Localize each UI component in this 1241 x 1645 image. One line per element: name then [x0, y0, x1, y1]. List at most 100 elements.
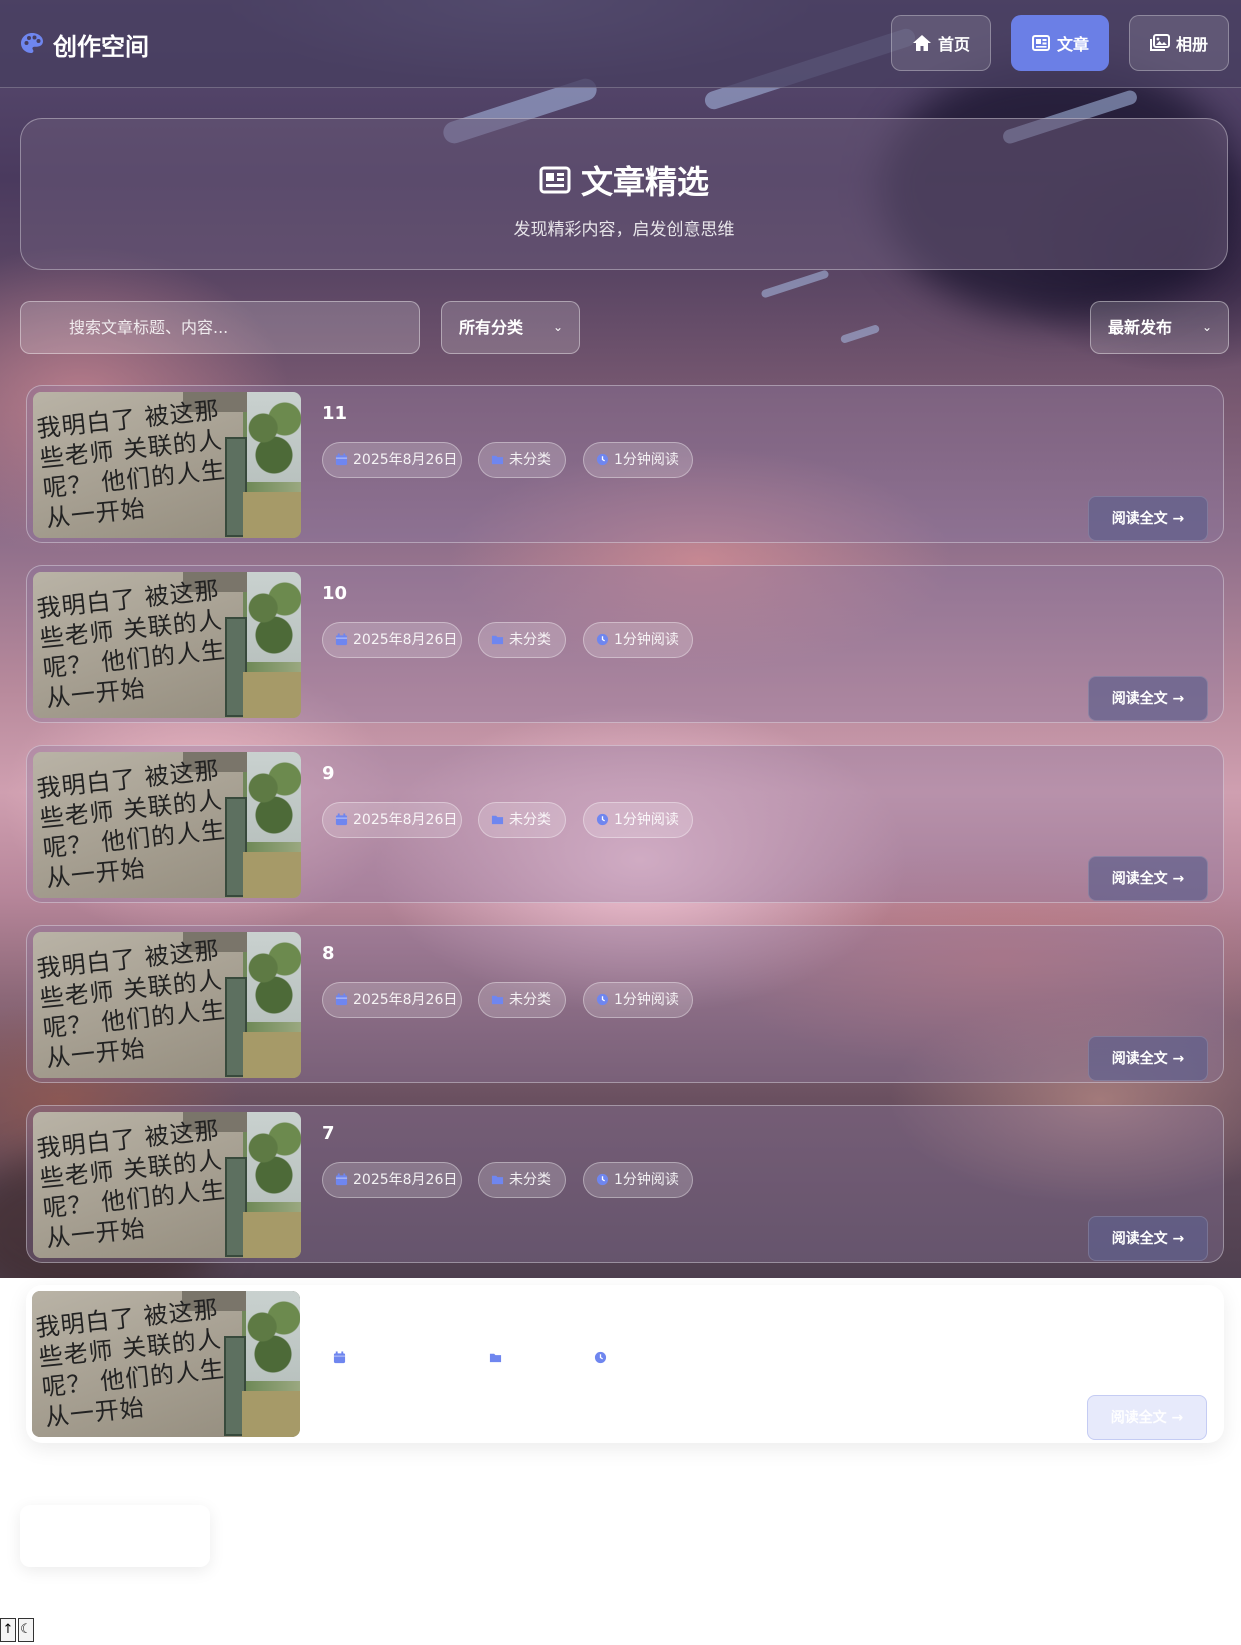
category-tag: 未分类: [478, 802, 566, 838]
clock-icon: [596, 633, 609, 646]
category-tag-text: 未分类: [509, 1172, 551, 1188]
page-title-text: 文章精选: [580, 163, 709, 201]
folder-icon: [491, 455, 504, 465]
article-card[interactable]: 我明白了 被这那些老师 关联的人呢？ 他们的人生从一开始 9 2025年8月26日 未…: [26, 745, 1224, 903]
theme-toggle-button[interactable]: ☾: [18, 1618, 34, 1642]
read-time-tag: 1分钟阅读: [583, 1162, 693, 1198]
article-title[interactable]: 7: [322, 1123, 335, 1144]
calendar-icon: [335, 633, 348, 646]
page-subtitle: 发现精彩内容，启发创意思维: [513, 220, 735, 240]
chevron-down-icon: ⌄: [552, 320, 563, 334]
date-tag: [321, 1341, 461, 1377]
category-tag: 未分类: [478, 1162, 566, 1198]
sort-select[interactable]: 最新发布 ⌄: [1090, 301, 1229, 354]
calendar-icon: [335, 453, 348, 466]
category-tag-text: 未分类: [509, 992, 551, 1008]
nav-home-button[interactable]: 首页: [891, 15, 991, 71]
read-time-tag: 1分钟阅读: [583, 802, 693, 838]
category-tag-text: 未分类: [509, 452, 551, 468]
article-card[interactable]: 我明白了 被这那些老师 关联的人呢？ 他们的人生从一开始 8 2025年8月26日 未…: [26, 925, 1224, 1083]
read-time-tag: 1分钟阅读: [583, 622, 693, 658]
read-time-tag: 1分钟阅读: [583, 982, 693, 1018]
read-time-tag-text: 1分钟阅读: [614, 812, 679, 828]
article-thumbnail[interactable]: 我明白了 被这那些老师 关联的人呢？ 他们的人生从一开始: [33, 932, 301, 1078]
date-tag-text: 2025年8月26日: [353, 632, 458, 648]
article-title[interactable]: 8: [322, 943, 335, 964]
calendar-icon: [335, 813, 348, 826]
calendar-icon: [335, 993, 348, 1006]
read-more-button[interactable]: 阅读全文 →: [1088, 1216, 1208, 1261]
category-tag-text: 未分类: [509, 812, 551, 828]
date-tag: 2025年8月26日: [322, 442, 462, 478]
clock-icon: [596, 453, 609, 466]
clock-icon: [596, 813, 609, 826]
brand-title: 创作空间: [53, 32, 149, 61]
read-more-button[interactable]: 阅读全文 →: [1088, 496, 1208, 541]
category-tag-text: 未分类: [509, 632, 551, 648]
brand[interactable]: 创作空间: [19, 26, 149, 62]
date-tag: 2025年8月26日: [322, 622, 462, 658]
folder-icon: [491, 635, 504, 645]
read-time-tag-text: 1分钟阅读: [614, 1172, 679, 1188]
category-select-value: 所有分类: [459, 318, 524, 337]
page-title: 文章精选: [21, 157, 1227, 203]
read-more-button[interactable]: 阅读全文 →: [1087, 1395, 1207, 1440]
date-tag-text: 2025年8月26日: [353, 452, 458, 468]
article-title[interactable]: 9: [322, 763, 335, 784]
read-time-tag: 1分钟阅读: [583, 442, 693, 478]
article-card[interactable]: 我明白了 被这那些老师 关联的人呢？ 他们的人生从一开始 7 2025年8月26日 未…: [26, 1105, 1224, 1263]
article-thumbnail[interactable]: 我明白了 被这那些老师 关联的人呢？ 他们的人生从一开始: [33, 572, 301, 718]
calendar-icon: [335, 1173, 348, 1186]
category-tag: 未分类: [478, 982, 566, 1018]
thumbnail-graffiti-text: 我明白了 被这那些老师 关联的人呢？ 他们的人生从一开始: [35, 576, 228, 713]
article-card[interactable]: 我明白了 被这那些老师 关联的人呢？ 他们的人生从一开始 11 2025年8月26日…: [26, 385, 1224, 543]
chevron-down-icon: ⌄: [1201, 320, 1212, 334]
thumbnail-graffiti-text: 我明白了 被这那些老师 关联的人呢？ 他们的人生从一开始: [35, 396, 228, 533]
sort-select-value: 最新发布: [1108, 318, 1173, 337]
palette-icon: [21, 33, 43, 53]
article-thumbnail[interactable]: 我明白了 被这那些老师 关联的人呢？ 他们的人生从一开始: [33, 752, 301, 898]
article-card[interactable]: 我明白了 被这那些老师 关联的人呢？ 他们的人生从一开始 10 2025年8月26日…: [26, 565, 1224, 723]
search-input[interactable]: 搜索文章标题、内容...: [20, 301, 420, 354]
newspaper-icon: [1031, 35, 1050, 51]
date-tag: 2025年8月26日: [322, 802, 462, 838]
nav-articles-button[interactable]: 文章: [1011, 15, 1109, 71]
read-time-tag-text: 1分钟阅读: [614, 992, 679, 1008]
article-thumbnail[interactable]: 我明白了 被这那些老师 关联的人呢？ 他们的人生从一开始: [33, 392, 301, 538]
article-title[interactable]: 11: [322, 403, 347, 424]
back-to-top-button[interactable]: ↑: [0, 1618, 16, 1642]
read-time-tag-text: 1分钟阅读: [614, 452, 679, 468]
read-more-button[interactable]: 阅读全文 →: [1088, 856, 1208, 901]
article-thumbnail[interactable]: 我明白了 被这那些老师 关联的人呢？ 他们的人生从一开始: [33, 1112, 301, 1258]
read-time-tag: [582, 1341, 692, 1377]
read-more-button[interactable]: 阅读全文 →: [1088, 676, 1208, 721]
home-icon: [912, 35, 931, 51]
date-tag-text: 2025年8月26日: [353, 992, 458, 1008]
top-navbar: 创作空间 首页 文章 相册: [0, 0, 1241, 88]
article-card[interactable]: 我明白了 被这那些老师 关联的人呢？ 他们的人生从一开始阅读全文 →: [26, 1285, 1224, 1443]
article-title[interactable]: 10: [322, 583, 347, 604]
folder-icon: [489, 1353, 502, 1363]
article-thumbnail[interactable]: 我明白了 被这那些老师 关联的人呢？ 他们的人生从一开始: [32, 1291, 300, 1437]
date-tag-text: 2025年8月26日: [353, 1172, 458, 1188]
calendar-icon: [333, 1351, 346, 1364]
folder-icon: [491, 815, 504, 825]
clock-icon: [596, 1173, 609, 1186]
category-tag: [477, 1341, 565, 1377]
date-tag-text: 2025年8月26日: [353, 812, 458, 828]
folder-icon: [491, 995, 504, 1005]
newspaper-icon: [539, 166, 571, 194]
folder-icon: [491, 1175, 504, 1185]
pagination: [20, 1505, 210, 1567]
thumbnail-graffiti-text: 我明白了 被这那些老师 关联的人呢？ 他们的人生从一开始: [35, 756, 228, 893]
category-tag: 未分类: [478, 622, 566, 658]
nav-home-label: 首页: [937, 35, 970, 54]
read-more-button[interactable]: 阅读全文 →: [1088, 1036, 1208, 1081]
category-select[interactable]: 所有分类 ⌄: [441, 301, 580, 354]
nav-album-label: 相册: [1175, 35, 1208, 54]
nav-album-button[interactable]: 相册: [1129, 15, 1229, 71]
hero-banner: 文章精选 发现精彩内容，启发创意思维: [20, 118, 1228, 270]
date-tag: 2025年8月26日: [322, 1162, 462, 1198]
thumbnail-graffiti-text: 我明白了 被这那些老师 关联的人呢？ 他们的人生从一开始: [35, 936, 228, 1073]
thumbnail-graffiti-text: 我明白了 被这那些老师 关联的人呢？ 他们的人生从一开始: [34, 1295, 227, 1432]
